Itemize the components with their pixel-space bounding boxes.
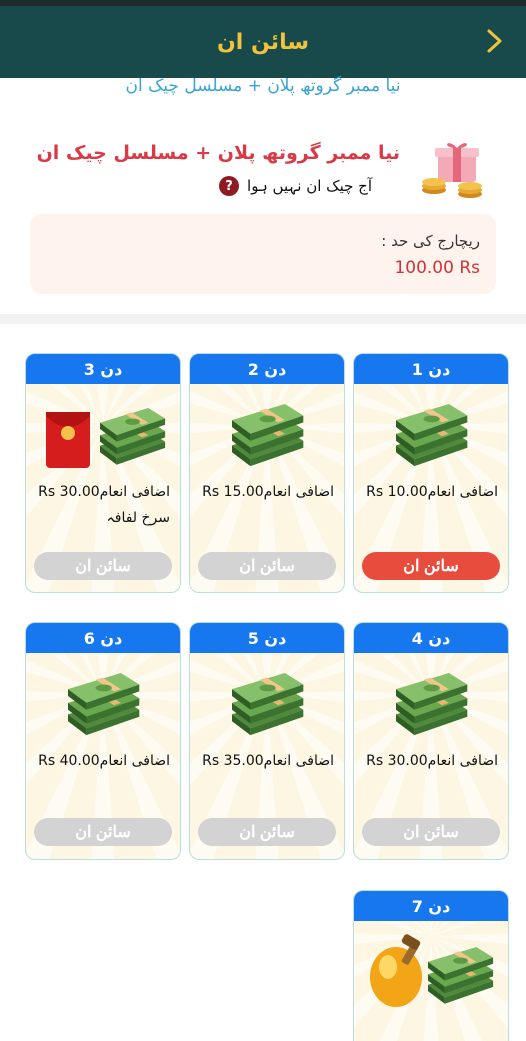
reward-text: اضافی انعام35.00 Rs — [202, 753, 334, 769]
day-label: دن 1 — [354, 354, 508, 384]
day-label: دن 4 — [354, 623, 508, 653]
recharge-limit-label: ریچارج کی حد : — [381, 232, 480, 250]
reward-amount: 35.00 Rs — [202, 753, 264, 769]
reward-label: اضافی انعام — [99, 753, 170, 769]
reward-text: اضافی انعام15.00 Rs — [202, 484, 334, 500]
day-card-7[interactable]: دن 7 — [353, 890, 509, 1041]
reward-amount: 15.00 Rs — [202, 484, 264, 500]
day-label: دن 7 — [354, 891, 508, 921]
reward-text: اضافی انعام30.00 Rs — [366, 753, 498, 769]
day-card-6[interactable]: دن 6 اضافی انعام40.00 Rs سائن ان — [25, 622, 181, 860]
sign-in-button-day-5[interactable]: سائن ان — [198, 818, 336, 846]
red-envelope-icon — [46, 412, 90, 468]
help-icon[interactable]: ? — [219, 176, 240, 196]
promo-title: نیا ممبر گروتھ پلان + مسلسل چیک ان — [36, 142, 400, 164]
day-card-1[interactable]: دن 1 اضافی انعام10.00 Rs سائن ان — [353, 353, 509, 593]
header-bar: سائن ان — [0, 6, 526, 78]
checkin-status: آج چیک ان نہیں ہوا ? — [219, 176, 372, 196]
reward-text: اضافی انعام30.00 Rs — [38, 484, 170, 500]
day-card-2[interactable]: دن 2 اضافی انعام15.00 Rs سائن ان — [189, 353, 345, 593]
reward-label: اضافی انعام — [427, 753, 498, 769]
day-label: دن 5 — [190, 623, 344, 653]
checkin-status-text: آج چیک ان نہیں ہوا — [247, 177, 372, 195]
day-card-5[interactable]: دن 5 اضافی انعام35.00 Rs سائن ان — [189, 622, 345, 860]
recharge-limit-panel: ریچارج کی حد : 100.00 Rs — [30, 214, 496, 294]
reward-amount: 40.00 Rs — [38, 753, 100, 769]
reward-label: اضافی انعام — [99, 484, 170, 500]
section-divider — [0, 314, 526, 324]
day-label: دن 2 — [190, 354, 344, 384]
reward-label: اضافی انعام — [263, 753, 334, 769]
cash-stack-icon — [232, 673, 304, 736]
sign-in-button-day-4[interactable]: سائن ان — [362, 818, 500, 846]
page-title: سائن ان — [217, 29, 309, 55]
gift-box-icon — [422, 143, 482, 198]
recharge-limit-value: 100.00 Rs — [394, 258, 480, 278]
reward-text: اضافی انعام10.00 Rs — [366, 484, 498, 500]
cash-stack-icon — [396, 404, 468, 467]
red-envelope-and-cash-icon — [46, 408, 166, 468]
day-label: دن 3 — [26, 354, 180, 384]
cash-stack-icon — [68, 673, 140, 736]
chevron-right-icon — [487, 29, 502, 53]
reward-extra: سرخ لفافہ — [106, 510, 170, 526]
sign-in-button-day-6[interactable]: سائن ان — [34, 818, 172, 846]
sign-in-button-day-3[interactable]: سائن ان — [34, 552, 172, 580]
day-label: دن 6 — [26, 623, 180, 653]
sign-in-button-day-1[interactable]: سائن ان — [362, 552, 500, 580]
reward-label: اضافی انعام — [427, 484, 498, 500]
day-card-3[interactable]: دن 3 اضافی انعام30.00 Rs سرخ لفافہ سائن … — [25, 353, 181, 593]
reward-amount: 10.00 Rs — [366, 484, 428, 500]
reward-amount: 30.00 Rs — [366, 753, 428, 769]
reward-amount: 30.00 Rs — [38, 484, 100, 500]
reward-text: اضافی انعام40.00 Rs — [38, 753, 170, 769]
reward-label: اضافی انعام — [263, 484, 334, 500]
gold-egg-and-cash-icon — [370, 934, 494, 1007]
gold-egg-icon — [370, 934, 422, 1007]
cash-stack-icon — [396, 673, 468, 736]
day-card-4[interactable]: دن 4 اضافی انعام30.00 Rs سائن ان — [353, 622, 509, 860]
subtitle: نیا ممبر گروتھ پلان + مسلسل چیک ان — [125, 76, 401, 96]
back-button[interactable] — [478, 24, 512, 58]
cash-stack-icon — [232, 404, 304, 467]
sign-in-button-day-2[interactable]: سائن ان — [198, 552, 336, 580]
